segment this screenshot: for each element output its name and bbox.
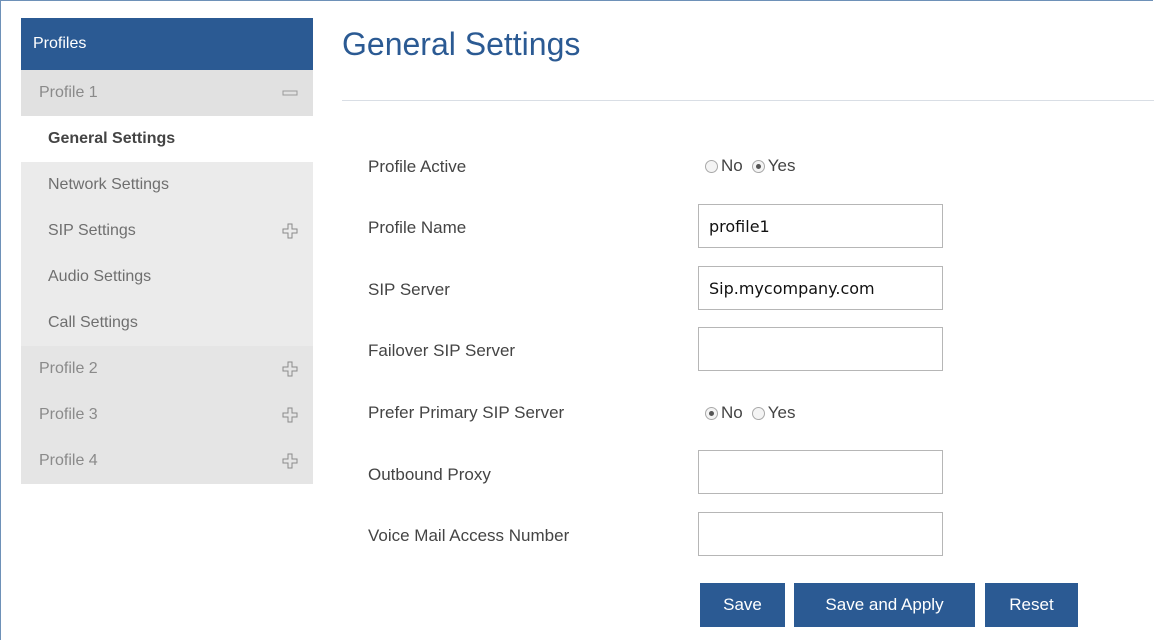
failover-sip-server-field[interactable] bbox=[698, 327, 943, 371]
sidebar-item-label: Profile 2 bbox=[39, 360, 98, 377]
sidebar-item-label: Profile 4 bbox=[39, 452, 98, 469]
profile-name-label: Profile Name bbox=[368, 218, 467, 237]
sip-server-label: SIP Server bbox=[368, 280, 450, 299]
voice-mail-access-number-label: Voice Mail Access Number bbox=[368, 526, 570, 545]
profile-active-radio-group: No Yes bbox=[705, 156, 801, 176]
outbound-proxy-label: Outbound Proxy bbox=[368, 465, 491, 484]
radio-label: No bbox=[721, 403, 743, 422]
sidebar-item-audio-settings[interactable]: Audio Settings bbox=[21, 254, 313, 300]
reset-button[interactable]: Reset bbox=[985, 583, 1078, 627]
prefer-primary-no-radio[interactable] bbox=[705, 406, 718, 420]
expand-plus-icon[interactable] bbox=[281, 360, 299, 378]
sidebar-item-profile-1[interactable]: Profile 1 bbox=[21, 70, 313, 116]
sidebar-item-general-settings[interactable]: General Settings bbox=[21, 116, 313, 162]
prefer-primary-yes-radio[interactable] bbox=[751, 406, 765, 420]
sidebar-item-call-settings[interactable]: Call Settings bbox=[21, 300, 313, 346]
sidebar-item-label: Audio Settings bbox=[48, 268, 152, 285]
prefer-primary-sip-server-label: Prefer Primary SIP Server bbox=[368, 403, 565, 422]
voice-mail-access-number-field[interactable] bbox=[698, 512, 943, 556]
radio-label: No bbox=[721, 156, 743, 175]
sidebar-item-profile-4[interactable]: Profile 4 bbox=[21, 438, 313, 484]
sidebar-item-profile-2[interactable]: Profile 2 bbox=[21, 346, 313, 392]
save-button[interactable]: Save bbox=[700, 583, 785, 627]
sidebar-item-sip-settings[interactable]: SIP Settings bbox=[21, 208, 313, 254]
prefer-primary-radio-group: No Yes bbox=[705, 403, 801, 423]
expand-plus-icon[interactable] bbox=[281, 222, 299, 240]
sidebar-item-label: Call Settings bbox=[48, 314, 138, 331]
profile-active-yes-radio[interactable] bbox=[751, 159, 765, 173]
profile-active-label: Profile Active bbox=[368, 157, 467, 176]
profile-name-field[interactable] bbox=[698, 204, 943, 248]
sidebar-header-label: Profiles bbox=[33, 35, 87, 52]
title-divider bbox=[342, 100, 1154, 101]
sidebar-item-label: SIP Settings bbox=[48, 222, 136, 239]
sip-server-field[interactable] bbox=[698, 266, 943, 310]
radio-label: Yes bbox=[767, 156, 796, 175]
sidebar-item-label: Profile 1 bbox=[39, 84, 98, 101]
profile-active-no-radio[interactable] bbox=[705, 159, 718, 173]
sidebar-item-profile-3[interactable]: Profile 3 bbox=[21, 392, 313, 438]
radio-label: Yes bbox=[767, 403, 796, 422]
failover-sip-server-label: Failover SIP Server bbox=[368, 341, 516, 360]
expand-plus-icon[interactable] bbox=[281, 452, 299, 470]
page-title: General Settings bbox=[342, 26, 581, 62]
expand-plus-icon[interactable] bbox=[281, 406, 299, 424]
outbound-proxy-field[interactable] bbox=[698, 450, 943, 494]
sidebar: Profiles Profile 1 General Settings Netw… bbox=[21, 18, 313, 484]
sidebar-item-label: Profile 3 bbox=[39, 406, 98, 423]
sidebar-item-network-settings[interactable]: Network Settings bbox=[21, 162, 313, 208]
sidebar-item-label: Network Settings bbox=[48, 176, 169, 193]
sidebar-header: Profiles bbox=[21, 18, 313, 70]
collapse-icon[interactable] bbox=[281, 84, 299, 102]
sidebar-item-label: General Settings bbox=[48, 130, 176, 147]
save-and-apply-button[interactable]: Save and Apply bbox=[794, 583, 975, 627]
